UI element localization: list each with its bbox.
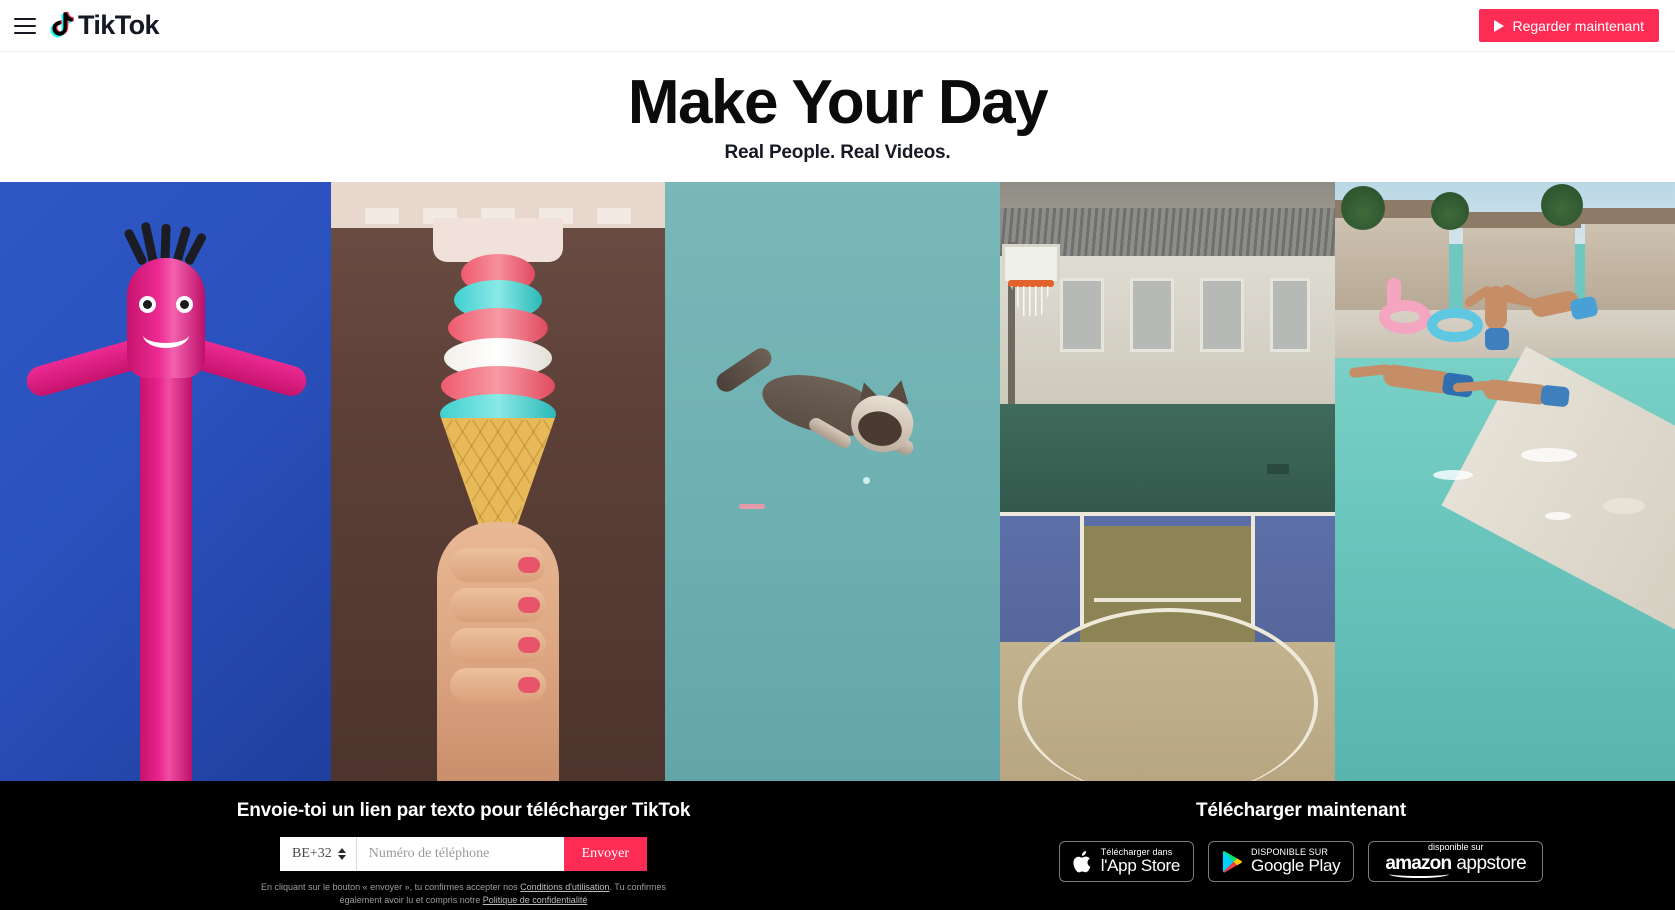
tree: [1431, 192, 1469, 230]
hamburger-icon[interactable]: [14, 17, 36, 34]
tiktok-landing-page: TikTok Regarder maintenant Make Your Day…: [0, 0, 1675, 910]
site-footer: Envoie-toi un lien par texto pour téléch…: [0, 781, 1675, 910]
water-streak: [739, 504, 765, 509]
site-header: TikTok Regarder maintenant: [0, 0, 1675, 52]
sms-section: Envoie-toi un lien par texto pour téléch…: [0, 781, 927, 910]
page-title: Make Your Day: [627, 68, 1049, 138]
appstore-word: appstore: [1456, 853, 1527, 874]
flamingo-float: [1379, 300, 1431, 334]
stepper-arrows-icon: [337, 848, 346, 860]
sms-form: BE+32 Envoyer: [280, 837, 647, 871]
tree: [1341, 186, 1385, 230]
splash: [1521, 448, 1577, 462]
video-panel-tube-man[interactable]: [0, 182, 331, 781]
court-floor: [1000, 512, 1335, 781]
download-section: Télécharger maintenant Télécharger dans …: [927, 781, 1675, 910]
app-store-big: l'App Store: [1100, 856, 1181, 876]
legal-text: En cliquant sur le bouton « envoyer », t…: [249, 881, 679, 907]
ice-cream-swirl: [439, 254, 557, 434]
amazon-text: amazon appstore: [1385, 853, 1527, 878]
play-icon: [1494, 19, 1505, 32]
download-title: Télécharger maintenant: [1196, 800, 1406, 821]
country-code-label: BE+32: [292, 846, 332, 861]
amazon-small: disponible sur: [1428, 842, 1484, 852]
amazon-appstore-badge[interactable]: disponible sur amazon appstore: [1368, 841, 1544, 882]
sms-title: Envoie-toi un lien par texto pour téléch…: [236, 800, 691, 821]
tube-head: [126, 258, 205, 378]
logo-text: TikTok: [78, 10, 160, 40]
tube-eye-right: [175, 296, 193, 313]
google-play-icon: [1222, 851, 1242, 873]
green-wall: [1000, 404, 1335, 512]
water-drop: [863, 477, 870, 484]
apple-icon: [1073, 850, 1091, 872]
video-panel-flying-cat[interactable]: [665, 182, 1000, 781]
tube-smile: [142, 322, 189, 348]
tiktok-note-icon: [50, 11, 74, 37]
legal-prefix: En cliquant sur le bouton « envoyer », t…: [261, 882, 521, 892]
house-right: [1585, 218, 1675, 314]
tube-eye-left: [138, 296, 156, 313]
splash: [1433, 470, 1473, 480]
app-store-badge[interactable]: Télécharger dans l'App Store: [1058, 841, 1195, 882]
store-badges: Télécharger dans l'App Store DISPONIBLE …: [1058, 841, 1544, 882]
country-code-select[interactable]: BE+32: [280, 837, 357, 871]
tiktok-logo[interactable]: TikTok: [50, 0, 160, 51]
video-panel-pool[interactable]: [1335, 182, 1675, 781]
cat-face-mask: [854, 407, 906, 450]
page-subtitle: Real People. Real Videos.: [724, 141, 951, 163]
video-panel-ice-cream[interactable]: [331, 182, 665, 781]
app-store-text: Télécharger dans l'App Store: [1100, 847, 1181, 876]
tree: [1541, 184, 1583, 226]
privacy-link[interactable]: Politique de confidentialité: [483, 895, 588, 905]
backboard: [1002, 244, 1060, 284]
video-panel-basketball[interactable]: [1000, 182, 1335, 781]
send-button[interactable]: Envoyer: [563, 837, 647, 871]
pool-step: [1603, 498, 1645, 514]
google-play-badge[interactable]: DISPONIBLE SUR Google Play: [1208, 841, 1355, 882]
watch-now-button[interactable]: Regarder maintenant: [1479, 9, 1659, 42]
tube-body: [139, 341, 192, 781]
hand: [437, 522, 559, 781]
roof-right: [1579, 208, 1675, 224]
google-play-text: DISPONIBLE SUR Google Play: [1251, 847, 1341, 876]
splash: [1545, 512, 1571, 520]
terms-link[interactable]: Conditions d'utilisation: [520, 882, 609, 892]
watch-now-label: Regarder maintenant: [1512, 17, 1644, 34]
video-strip: [0, 182, 1675, 781]
flamingo-neck: [1387, 278, 1401, 308]
phone-input[interactable]: [356, 837, 564, 871]
amazon-word: amazon: [1385, 853, 1452, 878]
hoop-rim: [1008, 280, 1054, 287]
ring-float: [1427, 308, 1483, 342]
hero-section: Make Your Day Real People. Real Videos.: [0, 52, 1675, 182]
google-play-big: Google Play: [1251, 856, 1341, 876]
